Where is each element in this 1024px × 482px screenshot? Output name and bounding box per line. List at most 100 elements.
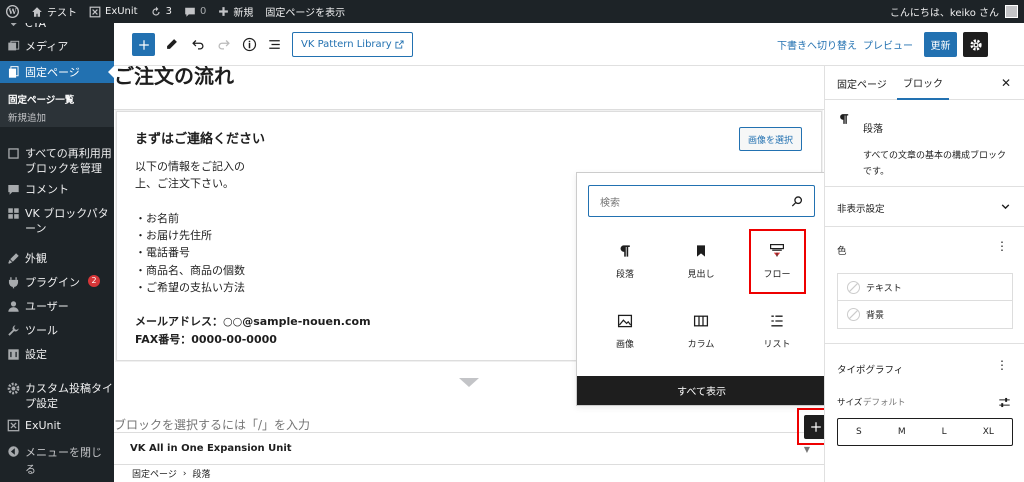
- color-panel: 色 ⋮ テキスト 背景: [825, 227, 1024, 344]
- body-line[interactable]: 上、ご注文下さい。: [135, 175, 234, 193]
- submenu-add-new[interactable]: 新規追加: [8, 110, 46, 124]
- sidebar-item-settings[interactable]: 設定: [0, 347, 114, 362]
- tab-page[interactable]: 固定ページ: [837, 66, 887, 100]
- block-item-list[interactable]: リスト: [747, 303, 807, 357]
- fax-line[interactable]: FAX番号：0000-00-0000: [135, 331, 277, 347]
- body-line[interactable]: ・ご希望の支払い方法: [135, 279, 245, 297]
- switch-to-draft-button[interactable]: 下書きへ切り替え: [777, 37, 857, 52]
- show-all-button[interactable]: すべて表示: [577, 376, 826, 405]
- sidebar-item-reusable-blocks[interactable]: すべての再利用用ブロックを管理: [0, 146, 114, 176]
- update-button[interactable]: 更新: [924, 32, 957, 57]
- block-name: 段落: [863, 124, 883, 135]
- color-options-icon[interactable]: ⋮: [996, 239, 1008, 253]
- list-view-icon: [268, 39, 280, 49]
- body-line[interactable]: ・商品名、商品の個数: [135, 262, 245, 280]
- block-item-label: カラム: [687, 340, 715, 350]
- sidebar-item-comments[interactable]: コメント: [0, 182, 114, 197]
- block-heading[interactable]: まずはご連絡ください: [135, 128, 265, 147]
- color-background-option[interactable]: 背景: [837, 301, 1013, 329]
- vk-pattern-library-button[interactable]: VK Pattern Library: [292, 32, 413, 57]
- body-line[interactable]: ・お届け先住所: [135, 227, 212, 245]
- chevron-down-icon[interactable]: ▼: [804, 445, 810, 454]
- sidebar-item-pages[interactable]: 固定ページ: [0, 61, 114, 83]
- details-button[interactable]: [240, 35, 258, 53]
- sidebar-item-label: ユーザー: [25, 300, 69, 313]
- close-icon[interactable]: ✕: [1001, 76, 1011, 90]
- sidebar-item-users[interactable]: ユーザー: [0, 299, 114, 314]
- comments-link[interactable]: 0: [178, 0, 212, 23]
- hide-settings-panel[interactable]: 非表示設定: [825, 187, 1024, 227]
- preview-button[interactable]: プレビュー: [863, 37, 913, 52]
- breadcrumb-root[interactable]: 固定ページ: [132, 467, 177, 480]
- admin-bar: W テスト ExUnit 3 0 新規 固定ページを表示 こんにちは、keiko…: [0, 0, 1024, 23]
- color-background-label: 背景: [866, 311, 885, 321]
- sidebar-item-cta[interactable]: CTA: [0, 23, 114, 31]
- vk-pattern-label: VK Pattern Library: [301, 39, 392, 50]
- breadcrumb-current[interactable]: 段落: [192, 467, 210, 480]
- undo-button[interactable]: [189, 35, 207, 53]
- size-l[interactable]: L: [942, 427, 947, 437]
- tab-block[interactable]: ブロック: [897, 66, 949, 100]
- block-inserter-popover: 検索 段落 見出し フロー 画像 カラム リスト すべて表示: [576, 172, 826, 406]
- block-search-input[interactable]: 検索: [588, 185, 815, 217]
- sliders-icon[interactable]: [998, 396, 1011, 409]
- plus-icon: [219, 7, 229, 16]
- sidebar-item-label: 固定ページ: [25, 65, 80, 79]
- size-s[interactable]: S: [856, 427, 862, 437]
- collapse-menu-button[interactable]: メニューを閉じる: [0, 444, 114, 478]
- list-view-button[interactable]: [265, 35, 283, 53]
- collapse-icon: [8, 446, 19, 457]
- my-account[interactable]: こんにちは、keiko さん: [890, 4, 1024, 19]
- size-m[interactable]: M: [898, 427, 906, 437]
- site-name: テスト: [47, 8, 77, 19]
- empty-block-placeholder[interactable]: ブロックを選択するには「/」を入力: [114, 416, 310, 433]
- page-title[interactable]: ご注文の流れ: [114, 66, 234, 89]
- sidebar-item-appearance[interactable]: 外観: [0, 251, 114, 266]
- vk-exunit-metabox[interactable]: VK All in One Expansion Unit ▼: [114, 432, 824, 464]
- undo-icon: [192, 40, 204, 50]
- size-xl[interactable]: XL: [983, 427, 994, 437]
- flow-highlight: [749, 229, 806, 294]
- sidebar-item-custom-post-types[interactable]: カスタム投稿タイプ設定: [0, 381, 114, 411]
- color-text-option[interactable]: テキスト: [837, 273, 1013, 301]
- body-line[interactable]: ・お名前: [135, 210, 179, 228]
- exunit-link[interactable]: ExUnit: [83, 0, 144, 23]
- view-page-link[interactable]: 固定ページを表示: [259, 0, 351, 23]
- submenu-all-pages[interactable]: 固定ページ一覧: [8, 92, 74, 106]
- comment-icon: [8, 184, 19, 195]
- avatar: [1005, 5, 1018, 18]
- updates-link[interactable]: 3: [144, 0, 178, 23]
- sidebar-item-plugins[interactable]: プラグイン 2: [0, 275, 114, 290]
- wp-logo[interactable]: W: [0, 0, 25, 23]
- size-value: デフォルト: [863, 398, 906, 408]
- block-card: 段落 すべての文章の基本の構成ブロック です。: [825, 100, 1024, 187]
- sidebar-item-label: ExUnit: [25, 419, 61, 432]
- body-line[interactable]: ・電話番号: [135, 244, 190, 262]
- exunit-icon: [7, 419, 20, 432]
- block-item-label: リスト: [763, 340, 791, 350]
- block-inserter-toggle[interactable]: [132, 33, 155, 56]
- block-item-paragraph[interactable]: 段落: [595, 233, 655, 287]
- sidebar-item-media[interactable]: メディア: [0, 39, 114, 54]
- sidebar-item-vk-block-patterns[interactable]: VK ブロックパターン: [0, 206, 114, 236]
- settings-toggle-button[interactable]: [963, 32, 988, 57]
- site-name-link[interactable]: テスト: [25, 0, 83, 23]
- color-title: 色: [837, 246, 847, 257]
- typography-options-icon[interactable]: ⋮: [996, 358, 1008, 372]
- sidebar-item-label: プラグイン: [25, 276, 80, 289]
- body-line[interactable]: 以下の情報をご記入の: [135, 158, 245, 176]
- block-item-columns[interactable]: カラム: [671, 303, 731, 357]
- redo-button[interactable]: [215, 35, 233, 53]
- sidebar-item-exunit[interactable]: ExUnit: [0, 418, 114, 433]
- new-content-link[interactable]: 新規: [212, 0, 259, 23]
- color-text-label: テキスト: [866, 283, 902, 294]
- tools-button[interactable]: [163, 35, 181, 53]
- chevron-down-icon: [1001, 204, 1010, 210]
- select-image-button[interactable]: 画像を選択: [739, 127, 803, 151]
- sidebar-item-tools[interactable]: ツール: [0, 323, 114, 338]
- size-label: サイズ: [837, 398, 863, 408]
- settings-sidebar: 固定ページ ブロック ✕ 段落 すべての文章の基本の構成ブロック です。 非表示…: [824, 66, 1024, 482]
- block-item-image[interactable]: 画像: [595, 303, 655, 357]
- block-item-heading[interactable]: 見出し: [671, 233, 731, 287]
- email-line[interactable]: メールアドレス：○○@sample-nouen.com: [135, 313, 371, 329]
